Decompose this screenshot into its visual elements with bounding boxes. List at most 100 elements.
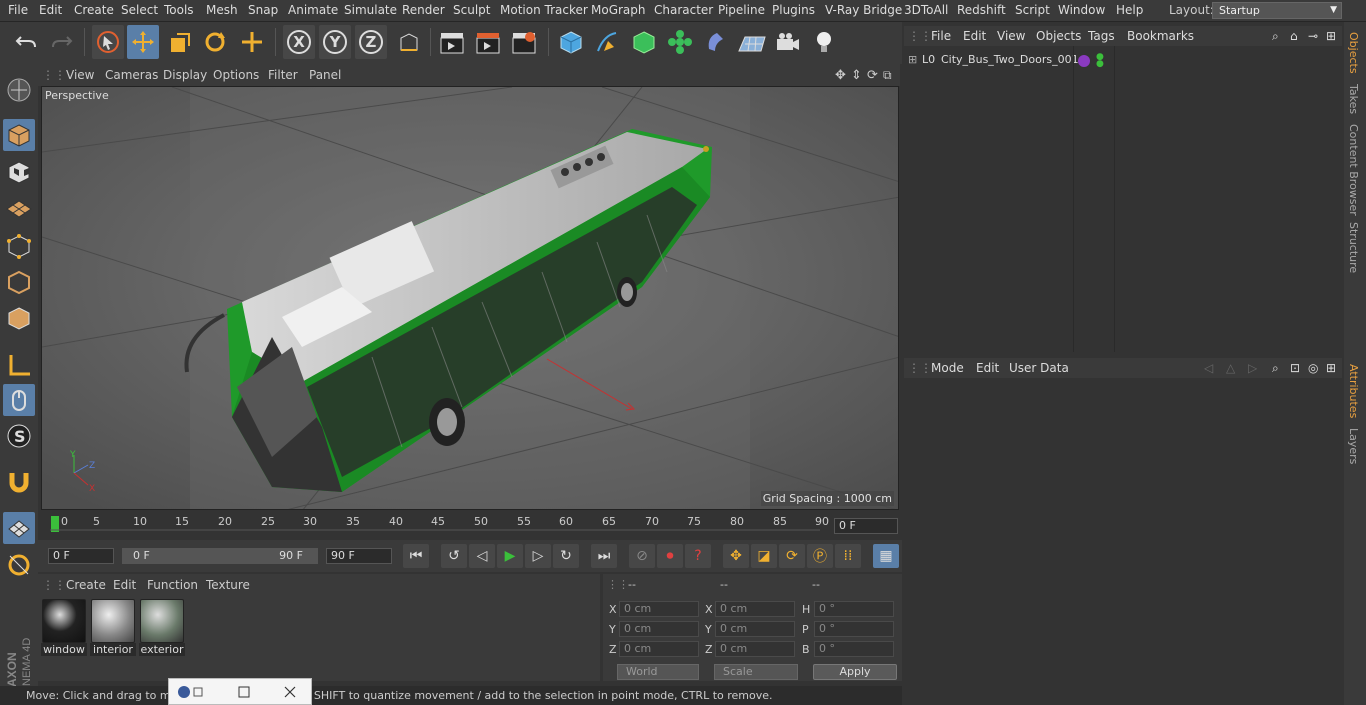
rotation-p-field[interactable]: 0 ° (814, 621, 894, 637)
rotation-h-field[interactable]: 0 ° (814, 601, 894, 617)
timeline-window-button[interactable]: ▦ (873, 544, 899, 568)
frame-range-slider[interactable]: 0 F 90 F (122, 548, 318, 564)
tweak-mode-button[interactable] (3, 384, 35, 416)
tab-objects[interactable]: Objects (1347, 32, 1360, 74)
object-row[interactable]: ⊞ L0 City_Bus_Two_Doors_001 ● ● (904, 52, 1342, 70)
render-settings-button[interactable] (508, 25, 540, 59)
goto-start-button[interactable]: ⏮ (403, 544, 429, 568)
add-cube-button[interactable] (555, 25, 587, 59)
tab-attributes[interactable]: Attributes (1347, 364, 1360, 418)
menu-animate[interactable]: Animate (288, 3, 338, 17)
scale-tool-button[interactable] (163, 25, 195, 59)
menu-script[interactable]: Script (1015, 3, 1050, 17)
position-y-field[interactable]: 0 cm (619, 621, 699, 637)
workplane-mode-button[interactable] (3, 192, 35, 224)
size-x-field[interactable]: 0 cm (715, 601, 795, 617)
key-position-button[interactable]: ✥ (723, 544, 749, 568)
enable-snap-grid-button[interactable] (3, 512, 35, 544)
camera-button[interactable] (772, 25, 804, 59)
menu-select[interactable]: Select (121, 3, 158, 17)
next-key-button[interactable]: ↻ (553, 544, 579, 568)
make-editable-button[interactable] (3, 74, 35, 106)
record-button[interactable]: ⏺ (657, 544, 683, 568)
search-icon[interactable]: ⌕ (1272, 361, 1279, 376)
move-tool-button[interactable] (127, 25, 159, 59)
lock-x-axis-button[interactable]: X (283, 25, 315, 59)
next-frame-button[interactable]: ▷ (525, 544, 551, 568)
material-menu-create[interactable]: Create (66, 578, 106, 592)
menu-pipeline[interactable]: Pipeline (718, 3, 765, 17)
size-mode-dropdown[interactable]: Scale (714, 664, 798, 680)
rotate-tool-button[interactable] (199, 25, 231, 59)
objects-menu-view[interactable]: View (997, 29, 1025, 43)
objects-menu-edit[interactable]: Edit (963, 29, 986, 43)
menu-simulate[interactable]: Simulate (344, 3, 397, 17)
live-selection-button[interactable] (92, 25, 124, 59)
attributes-menu-user-data[interactable]: User Data (1009, 361, 1069, 375)
cloner-button[interactable] (664, 25, 696, 59)
timeline-ruler[interactable]: 0 5 10 15 20 25 30 35 40 45 50 55 60 65 … (38, 512, 902, 538)
menu-motion-tracker[interactable]: Motion Tracker (500, 3, 588, 17)
menu-window[interactable]: Window (1058, 3, 1105, 17)
key-pla-button[interactable]: ⁞⁞ (835, 544, 861, 568)
record-keys-disabled-button[interactable]: ⊘ (629, 544, 655, 568)
menu-file[interactable]: File (8, 3, 28, 17)
up-arrow-icon[interactable]: △ (1226, 361, 1235, 375)
perspective-viewport[interactable]: Y Z X Perspective Grid Spacing : 1000 cm (41, 86, 899, 510)
floor-button[interactable] (736, 25, 768, 59)
menu-render[interactable]: Render (402, 3, 445, 17)
texture-mode-button[interactable] (3, 156, 35, 188)
menu-character[interactable]: Character (654, 3, 713, 17)
subdivision-surface-button[interactable] (628, 25, 660, 59)
objects-menu-objects[interactable]: Objects (1036, 29, 1081, 43)
viewport-menu-panel[interactable]: Panel (309, 68, 341, 82)
tab-takes[interactable]: Takes (1347, 84, 1360, 114)
material-swatch-interior[interactable] (91, 599, 135, 643)
light-button[interactable] (808, 25, 840, 59)
material-swatch-exterior[interactable] (140, 599, 184, 643)
solo-mode-button[interactable]: S (3, 420, 35, 452)
menu-tools[interactable]: Tools (164, 3, 194, 17)
tab-content-browser[interactable]: Content Browser (1347, 124, 1360, 216)
rotate-view-icon[interactable]: ⟳ (867, 68, 878, 83)
coordinate-system-button[interactable] (393, 25, 425, 59)
layer-color-tag[interactable] (1078, 55, 1090, 67)
maximize-view-icon[interactable]: ⧉ (883, 68, 892, 83)
deformer-button[interactable] (700, 25, 732, 59)
render-picture-viewer-button[interactable] (472, 25, 504, 59)
layout-dropdown[interactable]: Startup ▼ (1212, 2, 1342, 19)
tab-structure[interactable]: Structure (1347, 222, 1360, 273)
menu-plugins[interactable]: Plugins (772, 3, 815, 17)
lock-z-axis-button[interactable]: Z (355, 25, 387, 59)
axis-mode-button[interactable] (3, 349, 35, 381)
play-button[interactable]: ▶ (497, 544, 523, 568)
material-menu-edit[interactable]: Edit (113, 578, 136, 592)
menu-snap[interactable]: Snap (248, 3, 278, 17)
polygons-mode-button[interactable] (3, 302, 35, 334)
viewport-menu-cameras[interactable]: Cameras (105, 68, 158, 82)
material-menu-texture[interactable]: Texture (206, 578, 250, 592)
pan-view-icon[interactable]: ✥ (835, 68, 846, 83)
new-window-icon[interactable]: ⊞ (1326, 361, 1336, 375)
object-name[interactable]: City_Bus_Two_Doors_001 (941, 53, 1079, 66)
material-menu-function[interactable]: Function (147, 578, 198, 592)
target-icon[interactable]: ◎ (1308, 361, 1318, 375)
attributes-menu-edit[interactable]: Edit (976, 361, 999, 375)
redo-button[interactable] (46, 25, 78, 59)
menu-edit[interactable]: Edit (39, 3, 62, 17)
viewport-menu-filter[interactable]: Filter (268, 68, 298, 82)
menu-help[interactable]: Help (1116, 3, 1143, 17)
new-window-icon[interactable]: ⊞ (1326, 29, 1336, 43)
position-z-field[interactable]: 0 cm (619, 641, 699, 657)
expand-icon[interactable]: ⊞ (908, 53, 917, 66)
material-swatch-window[interactable] (42, 599, 86, 643)
objects-menu-bookmarks[interactable]: Bookmarks (1127, 29, 1194, 43)
snap-magnet-button[interactable] (3, 466, 35, 498)
viewport-menu-view[interactable]: View (66, 68, 94, 82)
auto-keying-button[interactable]: ? (685, 544, 711, 568)
start-frame-field[interactable]: 0 F (48, 548, 114, 564)
objects-menu-tags[interactable]: Tags (1088, 29, 1115, 43)
viewport-menu-display[interactable]: Display (163, 68, 207, 82)
tab-layers[interactable]: Layers (1347, 428, 1360, 464)
apply-button[interactable]: Apply (813, 664, 897, 680)
